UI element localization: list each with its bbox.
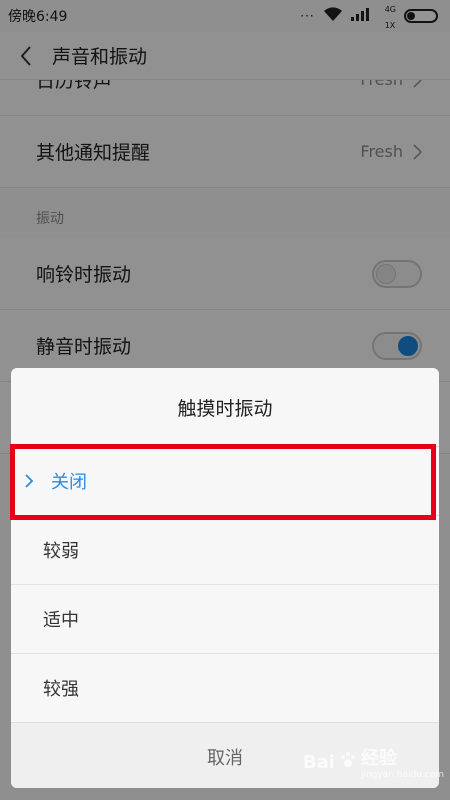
dialog-title: 触摸时振动 xyxy=(177,397,273,420)
option-off-label: 关闭 xyxy=(51,472,87,493)
option-medium[interactable]: 适中 xyxy=(11,584,439,653)
option-weak[interactable]: 较弱 xyxy=(11,515,439,584)
option-off[interactable]: 关闭 xyxy=(11,446,439,515)
touch-vibrate-dialog: 触摸时振动 关闭 较弱 适中 较强 取消 xyxy=(11,368,439,788)
watermark-url: jingyan.baidu.com xyxy=(360,770,444,780)
option-weak-label: 较弱 xyxy=(43,541,79,562)
watermark-text: 经验 jingyan.baidu.com xyxy=(361,744,444,780)
chevron-right-icon xyxy=(25,474,43,488)
watermark-brand: Bai xyxy=(302,751,335,773)
paw-icon xyxy=(339,751,357,774)
watermark-brand2: 经验 xyxy=(360,748,397,769)
watermark-logo: Bai 经验 jingyan.baidu.com xyxy=(303,744,444,780)
option-medium-label: 适中 xyxy=(43,610,79,631)
screen: 傍晚6:49 ··· 4G 1X 声音和振动 日历铃声 其他通知提醒 Fresh… xyxy=(0,0,450,800)
option-strong-label: 较强 xyxy=(43,679,79,700)
option-strong[interactable]: 较强 xyxy=(11,653,439,722)
